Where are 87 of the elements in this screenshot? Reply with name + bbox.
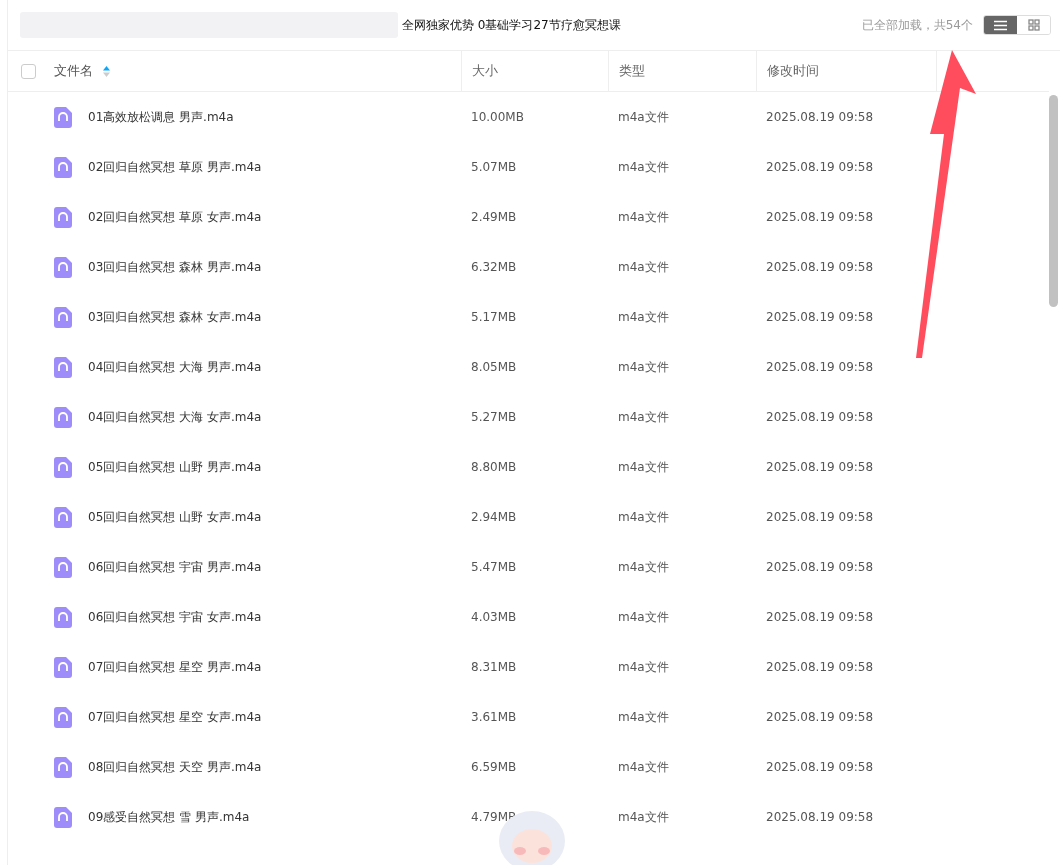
file-type: m4a文件 — [618, 558, 669, 576]
column-header[interactable]: 大小 — [472, 62, 498, 80]
list-icon — [994, 19, 1007, 31]
grid-icon — [1027, 19, 1040, 31]
file-type: m4a文件 — [618, 508, 669, 526]
column-header[interactable]: 修改时间 — [767, 62, 819, 80]
file-size: 8.31MB — [471, 660, 517, 674]
modified-time: 2025.08.19 09:58 — [766, 110, 874, 124]
modified-time: 2025.08.19 09:58 — [766, 360, 874, 374]
audio-file-icon — [54, 606, 72, 628]
audio-file-icon — [54, 156, 72, 178]
file-name[interactable]: 01高效放松调息 男声.m4a — [88, 108, 234, 126]
file-type: m4a文件 — [618, 608, 669, 626]
file-name[interactable]: 06回归自然冥想 宇宙 女声.m4a — [88, 608, 262, 626]
file-type: m4a文件 — [618, 358, 669, 376]
scrollbar-thumb[interactable] — [1049, 95, 1058, 307]
file-size: 5.47MB — [471, 560, 517, 574]
file-size: 5.17MB — [471, 310, 517, 324]
file-type: m4a文件 — [618, 708, 669, 726]
folder-title: 全网独家优势 0基础学习27节疗愈冥想课 — [402, 16, 621, 34]
file-type: m4a文件 — [618, 408, 669, 426]
file-size: 8.80MB — [471, 460, 517, 474]
file-name[interactable]: 03回归自然冥想 森林 女声.m4a — [88, 308, 262, 326]
modified-time: 2025.08.19 09:58 — [766, 710, 874, 724]
file-type: m4a文件 — [618, 208, 669, 226]
modified-time: 2025.08.19 09:58 — [766, 810, 874, 824]
audio-file-icon — [54, 406, 72, 428]
audio-file-icon — [54, 556, 72, 578]
modified-time: 2025.08.19 09:58 — [766, 160, 874, 174]
load-status: 已全部加载，共54个 — [861, 16, 973, 34]
audio-file-icon — [54, 356, 72, 378]
modified-time: 2025.08.19 09:58 — [766, 310, 874, 324]
file-name[interactable]: 09感受自然冥想 雪 男声.m4a — [88, 808, 250, 826]
file-name[interactable]: 04回归自然冥想 大海 女声.m4a — [88, 408, 262, 426]
file-type: m4a文件 — [618, 808, 669, 826]
file-size: 2.94MB — [471, 510, 517, 524]
file-size: 2.49MB — [471, 210, 517, 224]
view-toggle[interactable] — [983, 15, 1051, 35]
file-size: 3.61MB — [471, 710, 517, 724]
file-type: m4a文件 — [618, 158, 669, 176]
file-name[interactable]: 04回归自然冥想 大海 男声.m4a — [88, 358, 262, 376]
file-name[interactable]: 02回归自然冥想 草原 女声.m4a — [88, 208, 262, 226]
file-type: m4a文件 — [618, 308, 669, 326]
file-name[interactable]: 03回归自然冥想 森林 男声.m4a — [88, 258, 262, 276]
audio-file-icon — [54, 106, 72, 128]
modified-time: 2025.08.19 09:58 — [766, 410, 874, 424]
list-view-button[interactable] — [984, 16, 1017, 34]
file-size: 4.03MB — [471, 610, 517, 624]
modified-time: 2025.08.19 09:58 — [766, 260, 874, 274]
audio-file-icon — [54, 256, 72, 278]
file-name[interactable]: 07回归自然冥想 星空 女声.m4a — [88, 708, 262, 726]
file-type: m4a文件 — [618, 458, 669, 476]
audio-file-icon — [54, 506, 72, 528]
file-size: 6.59MB — [471, 760, 517, 774]
modified-time: 2025.08.19 09:58 — [766, 510, 874, 524]
audio-file-icon — [54, 806, 72, 828]
file-type: m4a文件 — [618, 258, 669, 276]
audio-file-icon — [54, 456, 72, 478]
file-type: m4a文件 — [618, 758, 669, 776]
audio-file-icon — [54, 306, 72, 328]
file-type: m4a文件 — [618, 108, 669, 126]
file-name[interactable]: 06回归自然冥想 宇宙 男声.m4a — [88, 558, 262, 576]
file-name[interactable]: 05回归自然冥想 山野 女声.m4a — [88, 508, 262, 526]
file-size: 6.32MB — [471, 260, 517, 274]
modified-time: 2025.08.19 09:58 — [766, 210, 874, 224]
file-name[interactable]: 07回归自然冥想 星空 男声.m4a — [88, 658, 262, 676]
modified-time: 2025.08.19 09:58 — [766, 760, 874, 774]
column-header[interactable]: 文件名 — [54, 62, 93, 80]
audio-file-icon — [54, 756, 72, 778]
modified-time: 2025.08.19 09:58 — [766, 460, 874, 474]
file-type: m4a文件 — [618, 658, 669, 676]
file-name[interactable]: 05回归自然冥想 山野 男声.m4a — [88, 458, 262, 476]
file-name[interactable]: 08回归自然冥想 天空 男声.m4a — [88, 758, 262, 776]
file-name[interactable]: 02回归自然冥想 草原 男声.m4a — [88, 158, 262, 176]
audio-file-icon — [54, 656, 72, 678]
column-header[interactable]: 类型 — [619, 62, 645, 80]
select-all-checkbox[interactable] — [21, 63, 36, 79]
file-size: 5.27MB — [471, 410, 517, 424]
audio-file-icon — [54, 706, 72, 728]
modified-time: 2025.08.19 09:58 — [766, 560, 874, 574]
audio-file-icon — [54, 206, 72, 228]
file-size: 8.05MB — [471, 360, 517, 374]
modified-time: 2025.08.19 09:58 — [766, 610, 874, 624]
modified-time: 2025.08.19 09:58 — [766, 660, 874, 674]
file-size: 10.00MB — [471, 110, 524, 124]
file-size: 5.07MB — [471, 160, 517, 174]
sort-icon[interactable] — [103, 65, 110, 77]
